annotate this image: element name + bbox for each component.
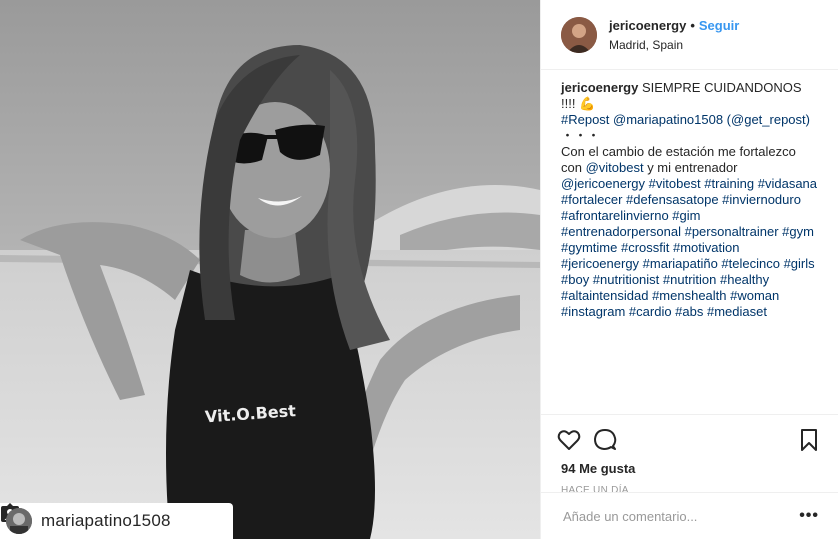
avatar[interactable] bbox=[561, 16, 597, 53]
repost-avatar bbox=[6, 508, 32, 534]
post-actions: 94 Me gusta Hace un día bbox=[541, 414, 838, 496]
repost-username[interactable]: mariapatino1508 bbox=[41, 511, 171, 531]
caption-repost-line[interactable]: #Repost @mariapatino1508 (@get_repost) bbox=[561, 112, 818, 128]
comment-input[interactable] bbox=[561, 507, 800, 525]
action-icons-row bbox=[557, 423, 823, 457]
bookmark-icon bbox=[801, 429, 817, 451]
post-side-panel: jericoenergy • Seguir Madrid, Spain jerico… bbox=[540, 0, 838, 539]
caption-text-2: y mi entrenador bbox=[643, 160, 738, 175]
instagram-post: Vit.O.Best mariapatino1508 jericoenergy … bbox=[0, 0, 838, 539]
header-separator: • bbox=[690, 17, 695, 33]
follow-button[interactable]: Seguir bbox=[699, 18, 739, 33]
post-header: jericoenergy • Seguir Madrid, Spain bbox=[541, 0, 838, 70]
header-username[interactable]: jericoenergy bbox=[609, 18, 686, 33]
comment-bar: ••• bbox=[541, 492, 838, 539]
repost-attribution[interactable]: mariapatino1508 bbox=[0, 503, 233, 539]
header-text: jericoenergy • Seguir Madrid, Spain bbox=[609, 17, 739, 53]
comment-button[interactable] bbox=[593, 428, 617, 452]
save-button[interactable] bbox=[797, 428, 821, 452]
post-caption: jericoenergy SIEMPRE CUIDANDONOS !!!! 💪 … bbox=[541, 70, 838, 415]
header-top-line: jericoenergy • Seguir bbox=[609, 17, 739, 35]
mention-vitobest[interactable]: @vitobest bbox=[586, 160, 644, 175]
heart-icon bbox=[557, 430, 581, 450]
likes-count[interactable]: 94 Me gusta bbox=[557, 461, 823, 476]
caption-first-line: jericoenergy SIEMPRE CUIDANDONOS !!!! 💪 bbox=[561, 80, 818, 112]
more-options-icon[interactable]: ••• bbox=[799, 507, 819, 525]
caption-body: Con el cambio de estación me fortalezco … bbox=[561, 144, 818, 320]
comment-bubble-icon bbox=[594, 429, 617, 450]
caption-dots: ・・・ bbox=[561, 128, 601, 143]
caption-hashtags[interactable]: @jericoenergy #vitobest #training #vidas… bbox=[561, 176, 817, 319]
post-photo[interactable]: Vit.O.Best mariapatino1508 bbox=[0, 0, 540, 539]
location-link[interactable]: Madrid, Spain bbox=[609, 37, 739, 53]
photo-illustration: Vit.O.Best bbox=[0, 0, 540, 539]
like-button[interactable] bbox=[557, 428, 581, 452]
caption-username[interactable]: jericoenergy bbox=[561, 80, 638, 95]
